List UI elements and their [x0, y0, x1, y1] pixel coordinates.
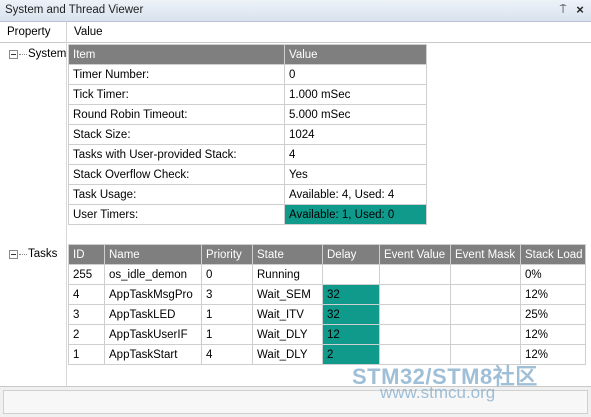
item-cell: Round Robin Timeout: [68, 104, 285, 125]
table-row[interactable]: 2 AppTaskUserIF 1 Wait_DLY 12 12% [68, 324, 586, 345]
system-header-item: Item [68, 44, 285, 65]
table-row[interactable]: Timer Number: 0 [68, 64, 427, 85]
table-row[interactable]: Task Usage: Available: 4, Used: 4 [68, 184, 427, 205]
tasks-header-delay: Delay [322, 244, 380, 265]
event-mask-cell [450, 324, 521, 345]
item-cell: Stack Size: [68, 124, 285, 145]
tree-node-label: Tasks [28, 248, 58, 260]
tasks-header-stack-load: Stack Load [520, 244, 586, 265]
priority-cell: 1 [201, 324, 253, 345]
table-row[interactable]: Round Robin Timeout: 5.000 mSec [68, 104, 427, 125]
tasks-header-priority: Priority [201, 244, 253, 265]
name-cell: AppTaskUserIF [104, 324, 202, 345]
tree-node-tasks[interactable]: Tasks [9, 248, 57, 260]
collapse-icon[interactable] [9, 49, 18, 59]
table-row[interactable]: 4 AppTaskMsgPro 3 Wait_SEM 32 12% [68, 284, 586, 305]
item-cell: Tasks with User-provided Stack: [68, 144, 285, 165]
event-value-cell [379, 284, 451, 305]
column-header-property[interactable]: Property [7, 26, 50, 38]
state-cell: Wait_ITV [252, 304, 323, 325]
tasks-header-state: State [252, 244, 323, 265]
value-cell: 0 [284, 64, 427, 85]
status-panel [3, 390, 588, 414]
window-title: System and Thread Viewer [5, 4, 144, 16]
tasks-table-header: ID Name Priority State Delay Event Value… [68, 244, 586, 265]
id-cell: 2 [68, 324, 105, 345]
delay-cell [322, 264, 380, 285]
event-value-cell [379, 324, 451, 345]
tree-node-system[interactable]: System [9, 48, 66, 60]
name-cell: AppTaskMsgPro [104, 284, 202, 305]
priority-cell: 3 [201, 284, 253, 305]
tasks-table: ID Name Priority State Delay Event Value… [68, 244, 586, 365]
column-header: Property Value [0, 22, 591, 43]
table-row[interactable]: Stack Overflow Check: Yes [68, 164, 427, 185]
system-header-value: Value [284, 44, 427, 65]
column-header-value[interactable]: Value [74, 26, 103, 38]
state-cell: Wait_SEM [252, 284, 323, 305]
state-cell: Running [252, 264, 323, 285]
name-cell: AppTaskStart [104, 344, 202, 365]
event-mask-cell [450, 284, 521, 305]
table-row[interactable]: Stack Size: 1024 [68, 124, 427, 145]
item-cell: Task Usage: [68, 184, 285, 205]
tree-connector [19, 253, 27, 255]
id-cell: 1 [68, 344, 105, 365]
event-mask-cell [450, 264, 521, 285]
system-table: Item Value Timer Number: 0 Tick Timer: 1… [68, 44, 427, 225]
tree-connector [19, 53, 27, 55]
stack-load-cell: 0% [520, 264, 586, 285]
item-cell: Stack Overflow Check: [68, 164, 285, 185]
table-row[interactable]: User Timers: Available: 1, Used: 0 [68, 204, 427, 225]
value-cell: 4 [284, 144, 427, 165]
value-cell: Available: 4, Used: 4 [284, 184, 427, 205]
value-cell: 5.000 mSec [284, 104, 427, 125]
tasks-header-id: ID [68, 244, 105, 265]
name-cell: os_idle_demon [104, 264, 202, 285]
table-row[interactable]: Tick Timer: 1.000 mSec [68, 84, 427, 105]
watermark-url: www.stmcu.org [380, 383, 496, 402]
tree-divider [66, 43, 67, 386]
title-bar: System and Thread Viewer ⍑ × [0, 0, 591, 22]
value-cell: Yes [284, 164, 427, 185]
priority-cell: 4 [201, 344, 253, 365]
delay-cell: 32 [322, 284, 380, 305]
table-row[interactable]: 255 os_idle_demon 0 Running 0% [68, 264, 586, 285]
item-cell: User Timers: [68, 204, 285, 225]
tasks-header-event-value: Event Value [379, 244, 451, 265]
item-cell: Tick Timer: [68, 84, 285, 105]
column-divider[interactable] [66, 22, 67, 43]
delay-cell: 12 [322, 324, 380, 345]
id-cell: 255 [68, 264, 105, 285]
state-cell: Wait_DLY [252, 324, 323, 345]
priority-cell: 1 [201, 304, 253, 325]
table-row[interactable]: 3 AppTaskLED 1 Wait_ITV 32 25% [68, 304, 586, 325]
tasks-header-event-mask: Event Mask [450, 244, 521, 265]
collapse-icon[interactable] [9, 249, 18, 259]
id-cell: 4 [68, 284, 105, 305]
pin-icon[interactable]: ⍑ [556, 3, 570, 17]
value-cell: 1.000 mSec [284, 84, 427, 105]
name-cell: AppTaskLED [104, 304, 202, 325]
stack-load-cell: 12% [520, 284, 586, 305]
tree-node-label: System [28, 48, 67, 60]
id-cell: 3 [68, 304, 105, 325]
value-cell: 1024 [284, 124, 427, 145]
stack-load-cell: 25% [520, 304, 586, 325]
event-mask-cell [450, 304, 521, 325]
table-row[interactable]: Tasks with User-provided Stack: 4 [68, 144, 427, 165]
state-cell: Wait_DLY [252, 344, 323, 365]
delay-cell: 32 [322, 304, 380, 325]
close-icon[interactable]: × [573, 3, 587, 17]
item-cell: Timer Number: [68, 64, 285, 85]
value-cell-highlighted: Available: 1, Used: 0 [284, 204, 427, 225]
stack-load-cell: 12% [520, 324, 586, 345]
event-value-cell [379, 304, 451, 325]
tasks-header-name: Name [104, 244, 202, 265]
event-value-cell [379, 264, 451, 285]
system-table-header: Item Value [68, 44, 427, 65]
priority-cell: 0 [201, 264, 253, 285]
